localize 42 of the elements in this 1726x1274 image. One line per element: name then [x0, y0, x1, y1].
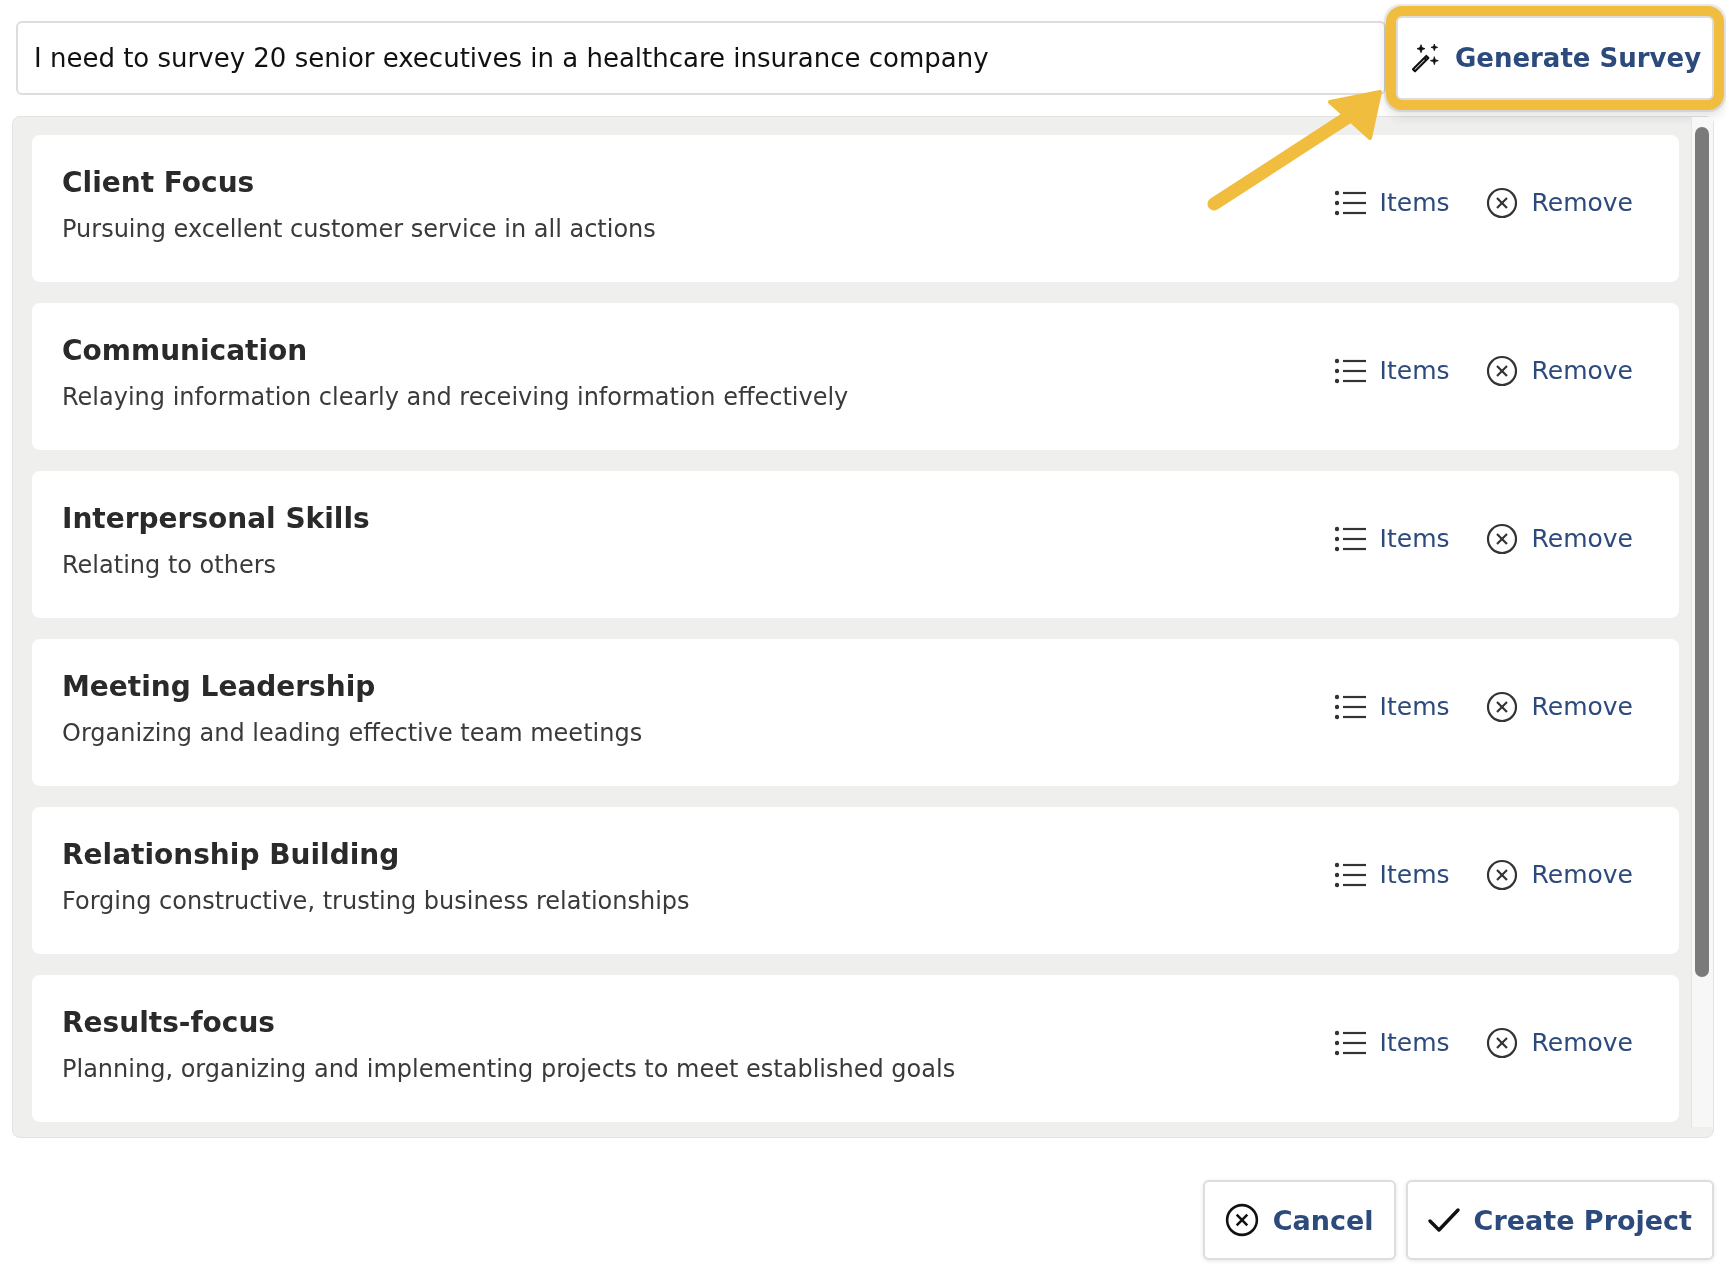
- list-icon: [1333, 357, 1366, 384]
- competency-description: Planning, organizing and implementing projects to meet established goals: [62, 1055, 956, 1083]
- items-button[interactable]: Items: [1333, 860, 1450, 889]
- list-icon: [1333, 861, 1366, 888]
- list-icon: [1333, 525, 1366, 552]
- close-circle-icon: [1224, 1203, 1259, 1237]
- competency-description: Forging constructive, trusting business relationships: [62, 887, 690, 915]
- prompt-input-field[interactable]: I need to survey 20 senior executives in a healthcare insurance company: [16, 21, 1386, 95]
- close-circle-icon: [1485, 354, 1518, 387]
- competency-description: Relaying information clearly and receiving information effectively: [62, 383, 849, 411]
- items-button[interactable]: Items: [1333, 356, 1450, 385]
- items-button[interactable]: Items: [1333, 692, 1450, 721]
- remove-button[interactable]: Remove: [1485, 858, 1633, 891]
- cancel-button[interactable]: Cancel: [1202, 1180, 1396, 1260]
- close-circle-icon: [1485, 1026, 1518, 1059]
- competency-title: Interpersonal Skills: [62, 502, 370, 535]
- competency-title: Meeting Leadership: [62, 670, 377, 703]
- competency-title: Client Focus: [62, 166, 256, 199]
- close-circle-icon: [1485, 690, 1518, 723]
- remove-button[interactable]: Remove: [1485, 690, 1633, 723]
- list-icon: [1333, 189, 1366, 216]
- close-circle-icon: [1485, 858, 1518, 891]
- create-project-button[interactable]: Create Project: [1405, 1180, 1714, 1260]
- items-button[interactable]: Items: [1333, 188, 1450, 217]
- items-button[interactable]: Items: [1333, 1028, 1450, 1057]
- remove-button[interactable]: Remove: [1485, 354, 1633, 387]
- list-icon: [1333, 693, 1366, 720]
- competency-title: Results-focus: [62, 1006, 277, 1039]
- scrollbar[interactable]: [1691, 117, 1713, 1127]
- close-circle-icon: [1485, 522, 1518, 555]
- list-icon: [1333, 1029, 1366, 1056]
- competency-description: Pursuing excellent customer service in all actions: [62, 215, 656, 243]
- competency-title: Relationship Building: [62, 838, 401, 871]
- remove-button[interactable]: Remove: [1485, 1026, 1633, 1059]
- remove-button[interactable]: Remove: [1485, 522, 1633, 555]
- competency-description: Organizing and leading effective team meetings: [62, 719, 643, 747]
- close-circle-icon: [1485, 186, 1518, 219]
- competency-title: Communication: [62, 334, 309, 367]
- competency-description: Relating to others: [62, 551, 278, 579]
- items-button[interactable]: Items: [1333, 524, 1450, 553]
- checkmark-icon: [1427, 1207, 1460, 1233]
- remove-button[interactable]: Remove: [1485, 186, 1633, 219]
